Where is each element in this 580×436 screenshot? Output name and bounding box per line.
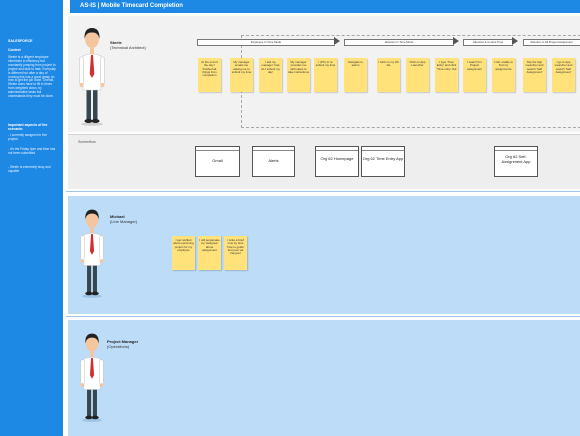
aspects-heading: Important aspects of the scenario: [8, 123, 48, 131]
journey-sticky-note: I go to App Launcher and search 'Self As… [552, 58, 575, 92]
screenflow-label: Screenflow [78, 140, 96, 144]
page-title: AS-IS | Mobile Timecard Completion [80, 3, 183, 9]
steele-avatar [79, 28, 105, 126]
journey-sticky-note: I get notified about upcoming project fo… [172, 236, 195, 270]
aspect-item: - Steele is extremely busy and capable [8, 165, 51, 173]
screen-name: Org 62 Homepage [320, 156, 354, 161]
journey-sticky-note: I will perpetuate my 'assignee' about as… [198, 236, 221, 270]
screen-name: Org 62 Self-Assignment App [501, 154, 531, 164]
persona-role: (Line Manager) [110, 219, 138, 224]
context-text: Steele is a diligent employee interested… [8, 55, 56, 99]
context-heading: Context [8, 48, 21, 52]
persona-role: (Operations) [107, 344, 130, 349]
lane-michael [68, 196, 580, 314]
lane-project-manager [68, 320, 580, 436]
screen-name: Gmail [212, 158, 223, 163]
phase-label: Attention in All Project Assignment [530, 39, 573, 44]
michael-avatar [80, 209, 104, 298]
screen-name: Alerts [268, 158, 279, 163]
journey-sticky-note: My manager provides me with steps to tak… [287, 58, 310, 92]
phase-arrow: Attention in Time Mode [344, 37, 459, 46]
project-manager-avatar [80, 333, 104, 422]
journey-sticky-note: I search for Project assignment [463, 58, 486, 92]
phase-arrow: Attention & Control Time [463, 37, 518, 46]
persona-role: (Technical Architect) [110, 45, 146, 50]
sidebar-title: SALESFORCE [8, 39, 33, 43]
journey-sticky-note: I write a brief note by time 'how to gui… [224, 236, 247, 270]
journey-sticky-note: I type 'Time Entry' and click 'Time entr… [435, 58, 458, 92]
phase-arrow: Attention in All Project Assignment [523, 37, 580, 46]
journey-sticky-note: Navigate to admin [344, 58, 367, 92]
journey-sticky-note: At the end of the day I finished all thi… [198, 58, 221, 92]
phase-label: Attention & Control Time [472, 39, 504, 44]
phase-label: Attention in Time Mode [384, 39, 414, 44]
scenario-sidebar: SALESFORCE Context Steele is a diligent … [0, 0, 63, 436]
screen-card: Org 62 Homepage [315, 146, 359, 177]
screen-card: Org 62 Self-Assignment App [494, 146, 538, 177]
phase-label: Employee In Time Mode [250, 39, 282, 44]
screen-card: Org 62 Time Entry App [361, 146, 405, 177]
header-bar: AS-IS | Mobile Timecard Completion [70, 0, 580, 13]
phase-arrow: Employee In Time Mode [197, 37, 340, 46]
journey-sticky-note: I click on my 2D tile [377, 58, 400, 92]
screen-name: Org 62 Time Entry App [362, 156, 404, 161]
journey-sticky-note: Tap the App Launcher and search 'Self As… [523, 58, 546, 92]
aspect-item: - I currently assigned to five project. [8, 133, 47, 141]
journey-sticky-note: I ask my manager 'how do I submit my day… [259, 58, 282, 92]
journey-sticky-note: I (PC) to re submit my time [314, 58, 337, 92]
journey-sticky-note: I can unable to find my assignments [492, 58, 515, 92]
screen-card: Gmail [195, 146, 240, 177]
journey-sticky-note: My manager emails me asking me to submit… [230, 58, 253, 92]
journey-sticky-note: Click on App Launcher [406, 58, 429, 92]
aspect-item: - It's the Friday 4pm and time has not b… [8, 147, 56, 155]
screen-card: Alerts [252, 146, 295, 177]
lane-divider [66, 191, 580, 192]
lane-divider [66, 316, 580, 317]
